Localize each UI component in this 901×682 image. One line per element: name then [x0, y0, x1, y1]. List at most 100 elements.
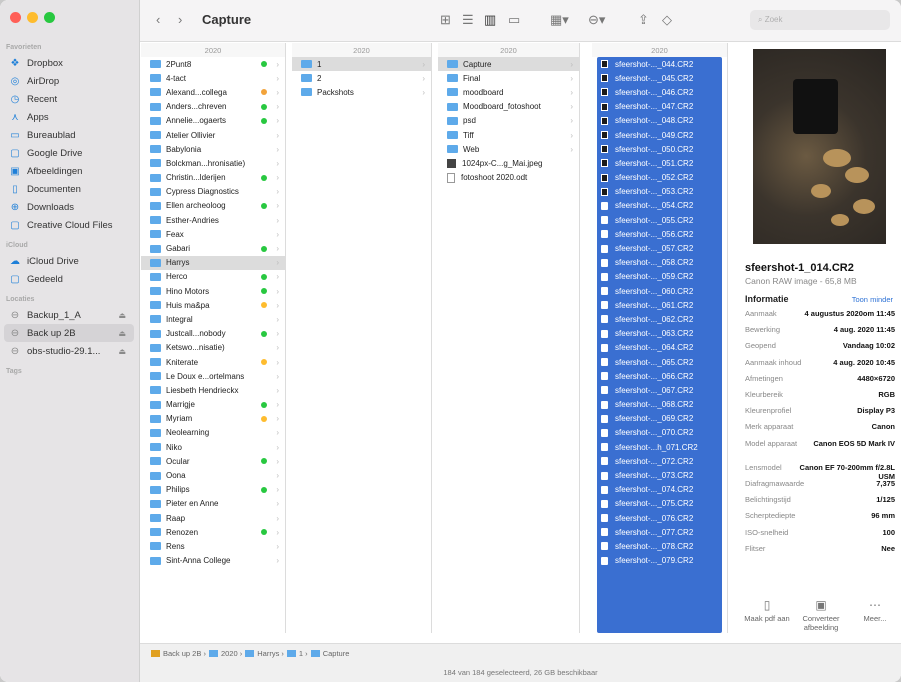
sidebar-item-back-up-2b[interactable]: ⊖ Back up 2B ⏏	[4, 324, 134, 342]
sidebar-item-icloud-drive[interactable]: ☁ iCloud Drive	[4, 252, 134, 270]
file-row[interactable]: sfeershot-..._064.CR2	[597, 341, 722, 355]
folder-row[interactable]: Huis ma&pa ›	[141, 298, 285, 312]
file-row[interactable]: sfeershot-..._065.CR2	[597, 355, 722, 369]
file-row[interactable]: sfeershot-..._072.CR2	[597, 454, 722, 468]
folder-row[interactable]: Justcall...nobody ›	[141, 327, 285, 341]
action-icon[interactable]: ⊖▾	[588, 12, 605, 28]
path-item[interactable]: 1	[299, 649, 303, 658]
file-row[interactable]: sfeershot-..._059.CR2	[597, 270, 722, 284]
folder-row[interactable]: Oona ›	[141, 468, 285, 482]
folder-row[interactable]: Hino Motors ›	[141, 284, 285, 298]
folder-row[interactable]: Liesbeth Hendrieckx ›	[141, 383, 285, 397]
make-pdf-button[interactable]: ▯ Maak pdf aan	[743, 598, 791, 632]
eject-icon[interactable]: ⏏	[118, 329, 126, 338]
file-row[interactable]: sfeershot-..._056.CR2	[597, 227, 722, 241]
file-row[interactable]: sfeershot-..._074.CR2	[597, 483, 722, 497]
folder-row[interactable]: 2Punt8 ›	[141, 57, 285, 71]
list-view-icon[interactable]: ☰	[462, 12, 474, 28]
file-row[interactable]: sfeershot-..._079.CR2	[597, 554, 722, 568]
folder-row[interactable]: Sint-Anna College ›	[141, 554, 285, 568]
minimize-button[interactable]	[27, 12, 38, 23]
folder-row[interactable]: Tiff ›	[438, 128, 579, 142]
folder-row[interactable]: Cypress Diagnostics ›	[141, 185, 285, 199]
folder-row[interactable]: Atelier Ollivier ›	[141, 128, 285, 142]
file-row[interactable]: sfeershot-..._049.CR2	[597, 128, 722, 142]
forward-button[interactable]: ›	[178, 12, 182, 27]
close-button[interactable]	[10, 12, 21, 23]
file-row[interactable]: sfeershot-..._050.CR2	[597, 142, 722, 156]
folder-row[interactable]: 1 ›	[292, 57, 431, 72]
file-row[interactable]: sfeershot-..._057.CR2	[597, 241, 722, 255]
file-row[interactable]: sfeershot-..._052.CR2	[597, 171, 722, 185]
file-row[interactable]: sfeershot-..._053.CR2	[597, 185, 722, 199]
file-row[interactable]: sfeershot-..._044.CR2	[597, 57, 722, 71]
folder-row[interactable]: Philips ›	[141, 483, 285, 497]
folder-row[interactable]: Integral ›	[141, 312, 285, 326]
file-row[interactable]: sfeershot-..._045.CR2	[597, 71, 722, 85]
icon-view-icon[interactable]: ⊞	[440, 12, 451, 28]
sidebar-item-apps[interactable]: ⋏ Apps	[4, 108, 134, 126]
folder-row[interactable]: Esther-Andries ›	[141, 213, 285, 227]
folder-row[interactable]: Final ›	[438, 71, 579, 85]
folder-row[interactable]: Feax ›	[141, 227, 285, 241]
file-row[interactable]: sfeershot-..._063.CR2	[597, 327, 722, 341]
folder-row[interactable]: psd ›	[438, 114, 579, 128]
file-row[interactable]: sfeershot-..._077.CR2	[597, 525, 722, 539]
folder-row[interactable]: Rens ›	[141, 539, 285, 553]
file-row[interactable]: sfeershot-..._067.CR2	[597, 383, 722, 397]
folder-row[interactable]: Herco ›	[141, 270, 285, 284]
file-row[interactable]: sfeershot-..._069.CR2	[597, 412, 722, 426]
folder-row[interactable]: Gabari ›	[141, 241, 285, 255]
file-row[interactable]: sfeershot-..._051.CR2	[597, 156, 722, 170]
file-row[interactable]: fotoshoot 2020.odt	[438, 171, 579, 185]
folder-row[interactable]: 4-tact ›	[141, 71, 285, 85]
path-item[interactable]: Back up 2B	[163, 649, 201, 658]
sidebar-item-downloads[interactable]: ⊕ Downloads	[4, 198, 134, 216]
file-row[interactable]: sfeershot-..._046.CR2	[597, 85, 722, 99]
folder-row[interactable]: Babylonia ›	[141, 142, 285, 156]
sidebar-item-google-drive[interactable]: ▢ Google Drive	[4, 144, 134, 162]
tag-icon[interactable]: ◇	[662, 12, 672, 28]
folder-row[interactable]: Christin...lderijen ›	[141, 171, 285, 185]
file-row[interactable]: sfeershot-..._060.CR2	[597, 284, 722, 298]
file-row[interactable]: sfeershot-..._062.CR2	[597, 312, 722, 326]
file-row[interactable]: sfeershot-..._048.CR2	[597, 114, 722, 128]
column-view-icon[interactable]: ▥	[484, 12, 496, 28]
folder-row[interactable]: Raap ›	[141, 511, 285, 525]
folder-row[interactable]: Renozen ›	[141, 525, 285, 539]
file-row[interactable]: sfeershot-..._058.CR2	[597, 256, 722, 270]
file-row[interactable]: sfeershot-..._054.CR2	[597, 199, 722, 213]
folder-row[interactable]: Capture ›	[438, 57, 579, 72]
sidebar-item-gedeeld[interactable]: ▢ Gedeeld	[4, 270, 134, 288]
folder-row[interactable]: Ocular ›	[141, 454, 285, 468]
sidebar-item-backup-1a[interactable]: ⊖ Backup_1_A ⏏	[4, 306, 134, 324]
file-row[interactable]: sfeershot-..._075.CR2	[597, 497, 722, 511]
folder-row[interactable]: Harrys ›	[141, 255, 285, 270]
folder-row[interactable]: Annelie...ogaerts ›	[141, 114, 285, 128]
sidebar-item-afbeeldingen[interactable]: ▣ Afbeeldingen	[4, 162, 134, 180]
show-less-link[interactable]: Toon minder	[852, 295, 893, 304]
folder-row[interactable]: Web ›	[438, 142, 579, 156]
zoom-button[interactable]	[44, 12, 55, 23]
folder-row[interactable]: Pieter en Anne ›	[141, 497, 285, 511]
gallery-view-icon[interactable]: ▭	[508, 12, 520, 28]
sidebar-item-documenten[interactable]: ▯ Documenten	[4, 180, 134, 198]
file-row[interactable]: sfeershot-..._055.CR2	[597, 213, 722, 227]
sidebar-item-bureaublad[interactable]: ▭ Bureaublad	[4, 126, 134, 144]
folder-row[interactable]: Marrigje ›	[141, 398, 285, 412]
file-row[interactable]: sfeershot-...h_071.CR2	[597, 440, 722, 454]
eject-icon[interactable]: ⏏	[118, 311, 126, 320]
folder-row[interactable]: 2 ›	[292, 71, 431, 85]
sidebar-item-airdrop[interactable]: ◎ AirDrop	[4, 72, 134, 90]
file-row[interactable]: sfeershot-..._066.CR2	[597, 369, 722, 383]
folder-row[interactable]: Bolckman...hronisatie) ›	[141, 156, 285, 170]
file-row[interactable]: sfeershot-..._078.CR2	[597, 539, 722, 553]
folder-row[interactable]: Myriam ›	[141, 412, 285, 426]
file-row[interactable]: sfeershot-..._073.CR2	[597, 468, 722, 482]
sidebar-item-dropbox[interactable]: ❖ Dropbox	[4, 54, 134, 72]
folder-row[interactable]: Ketswo...nisatie) ›	[141, 341, 285, 355]
file-row[interactable]: sfeershot-..._047.CR2	[597, 100, 722, 114]
path-item[interactable]: Capture	[323, 649, 350, 658]
search-input[interactable]: ⌕ Zoek	[750, 10, 890, 30]
folder-row[interactable]: Anders...chreven ›	[141, 100, 285, 114]
